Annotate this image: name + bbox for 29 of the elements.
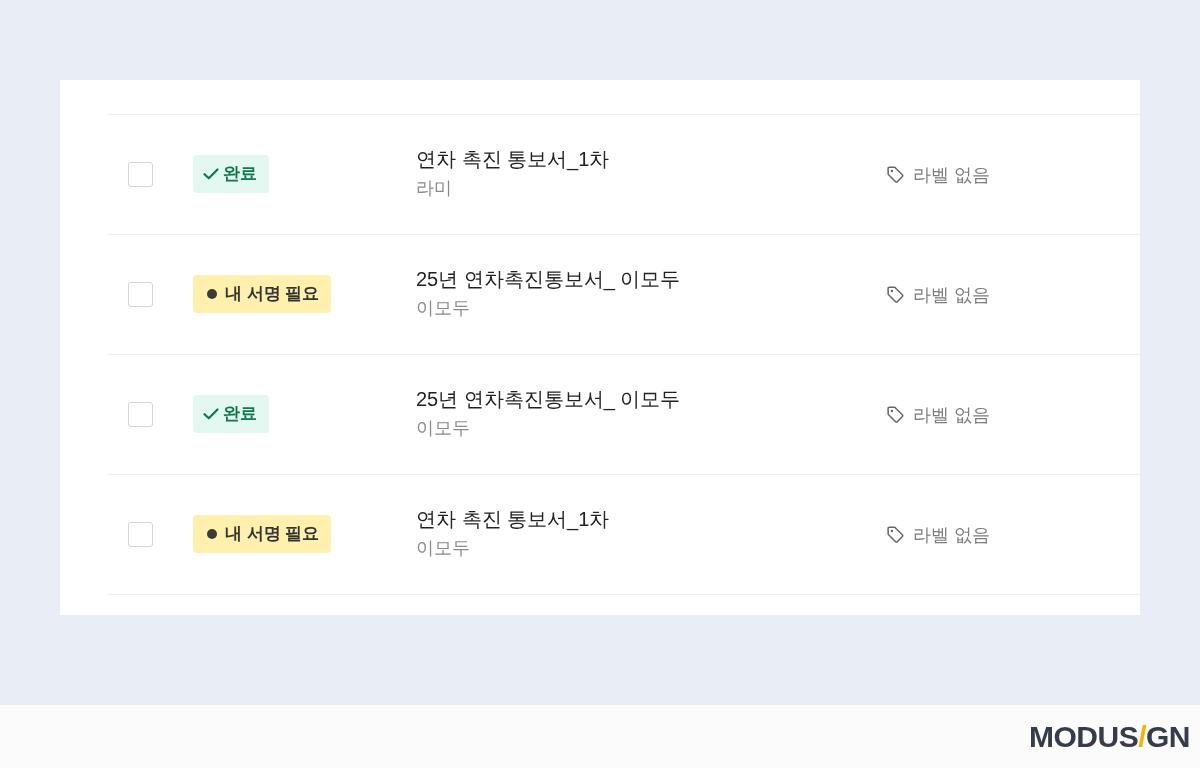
label-text: 라벨 없음 <box>913 523 990 547</box>
document-title[interactable]: 연차 촉진 통보서_1차 <box>416 145 610 172</box>
document-subtitle: 이모두 <box>416 536 470 560</box>
document-subtitle: 이모두 <box>416 416 470 440</box>
tag-icon <box>887 166 904 183</box>
dot-icon <box>207 528 217 539</box>
row-checkbox[interactable] <box>128 402 153 427</box>
document-title[interactable]: 25년 연차촉진통보서_ 이모두 <box>416 385 681 412</box>
checkmark-icon <box>203 407 219 420</box>
tag-icon <box>887 406 904 423</box>
label-text: 라벨 없음 <box>913 163 990 187</box>
dot-icon <box>207 288 217 299</box>
status-label: 완료 <box>223 403 257 425</box>
label-text: 라벨 없음 <box>913 283 990 307</box>
label-text: 라벨 없음 <box>913 403 990 427</box>
row-checkbox[interactable] <box>128 522 153 547</box>
document-title[interactable]: 25년 연차촉진통보서_ 이모두 <box>416 265 681 292</box>
status-label: 내 서명 필요 <box>225 283 320 305</box>
brand-logo: MODUS/GN <box>1029 719 1190 754</box>
document-subtitle: 이모두 <box>416 296 470 320</box>
row-checkbox[interactable] <box>128 282 153 307</box>
document-title[interactable]: 연차 촉진 통보서_1차 <box>416 505 610 532</box>
tag-icon <box>887 286 904 303</box>
checkmark-icon <box>203 167 219 180</box>
tag-icon <box>887 526 904 543</box>
status-label: 완료 <box>223 163 257 185</box>
document-subtitle: 라미 <box>416 176 452 200</box>
row-checkbox[interactable] <box>128 162 153 187</box>
status-label: 내 서명 필요 <box>225 523 320 545</box>
